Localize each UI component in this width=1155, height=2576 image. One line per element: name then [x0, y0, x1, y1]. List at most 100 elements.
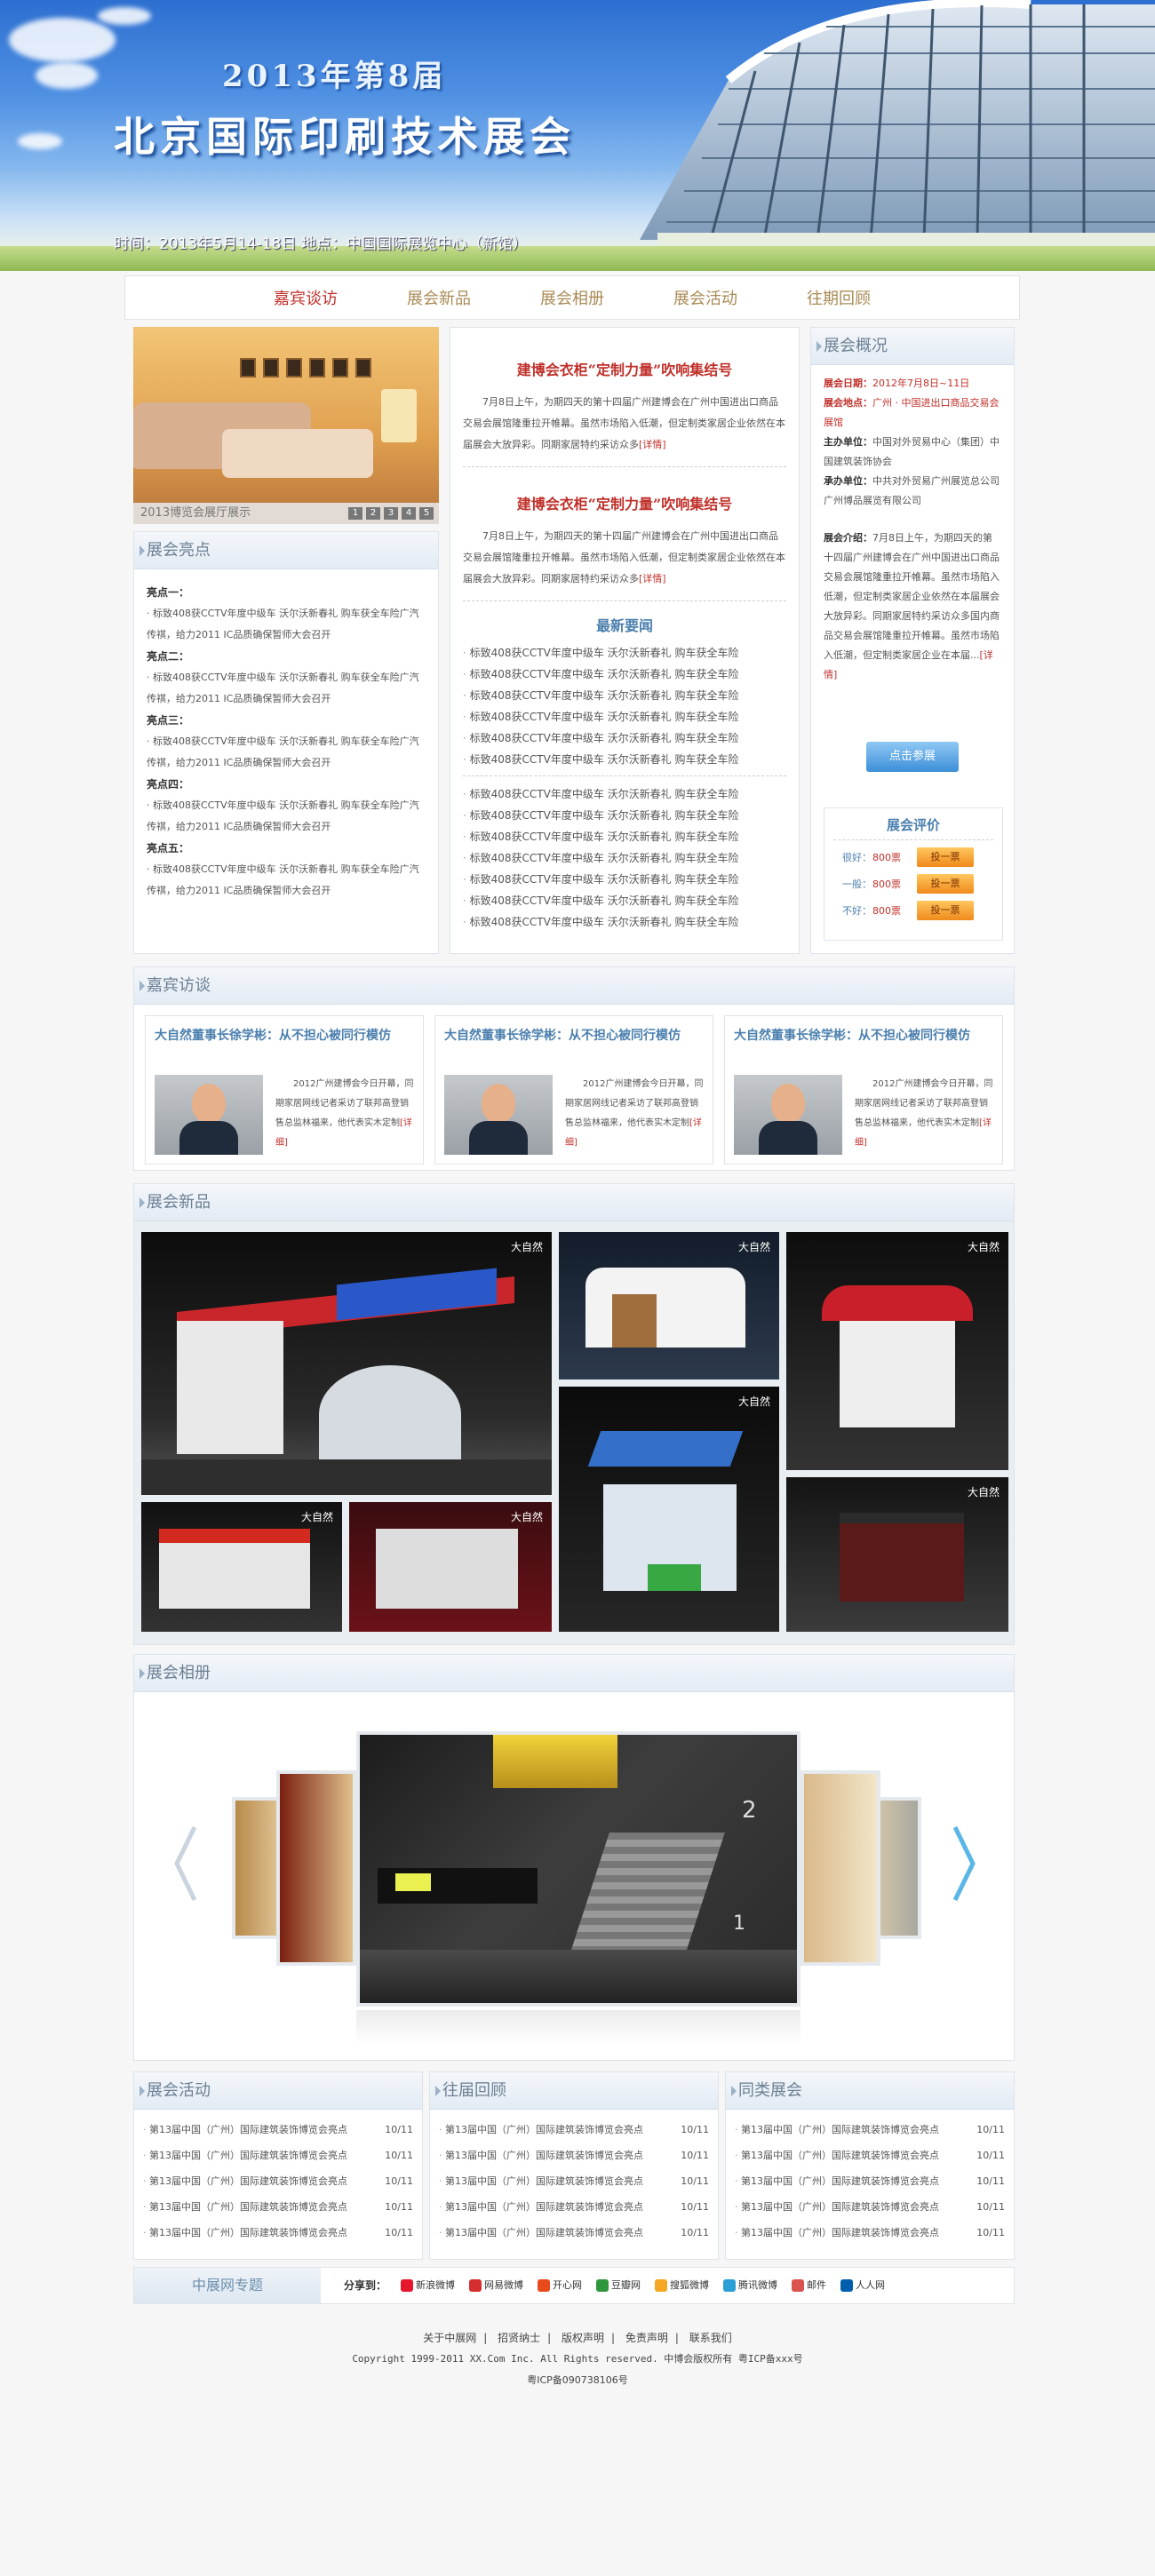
product-image[interactable]: 大自然 — [141, 1232, 552, 1495]
gallery-thumb[interactable] — [276, 1770, 356, 1966]
gallery-prev-arrow-icon[interactable] — [171, 1824, 198, 1904]
list-item[interactable]: 标致408获CCTV年度中级车 沃尔沃新春礼 购车获全车险 — [463, 826, 786, 847]
slide-page-button[interactable]: 1 — [348, 507, 362, 520]
list-item[interactable]: 第13届中国（广州）国际建筑装饰博览会亮点 10/11 — [439, 2168, 709, 2194]
product-image[interactable]: 大自然 — [786, 1232, 1008, 1470]
nav-item-new-products[interactable]: 展会新品 — [407, 286, 471, 309]
list-item[interactable]: 第13届中国（广州）国际建筑装饰博览会亮点 10/11 — [735, 2143, 1005, 2168]
list-item[interactable]: 第13届中国（广州）国际建筑装饰博览会亮点 10/11 — [735, 2194, 1005, 2220]
topic-tag[interactable]: 中展网专题 — [134, 2268, 321, 2303]
product-image[interactable]: 大自然 — [349, 1502, 552, 1632]
list-item[interactable]: 第13届中国（广州）国际建筑装饰博览会亮点 10/11 — [439, 2194, 709, 2220]
product-tag: 大自然 — [737, 1241, 770, 1253]
rating-label: 不好： — [842, 905, 872, 917]
list-item[interactable]: 标致408获CCTV年度中级车 沃尔沃新春礼 购车获全车险 — [463, 749, 786, 770]
share-kaixin[interactable]: 开心网 — [538, 2268, 582, 2303]
nav-item-review[interactable]: 往期回顾 — [807, 286, 871, 309]
list-item[interactable]: 第13届中国（广州）国际建筑装饰博览会亮点 10/11 — [439, 2220, 709, 2246]
highlight-text[interactable]: · 标致408获CCTV年度中级车 沃尔沃新春礼 购车获全车险广汽传祺，给力20… — [147, 667, 426, 710]
list-item[interactable]: 标致408获CCTV年度中级车 沃尔沃新春礼 购车获全车险 — [463, 805, 786, 826]
product-image[interactable]: 大自然 — [559, 1387, 779, 1632]
highlight-text[interactable]: · 标致408获CCTV年度中级车 沃尔沃新春礼 购车获全车险广汽传祺，给力20… — [147, 795, 426, 838]
hall-slideshow[interactable] — [133, 327, 439, 524]
footer-link-about[interactable]: 关于中展网 — [423, 2332, 476, 2344]
share-renren[interactable]: 人人网 — [840, 2268, 885, 2303]
footer-link-jobs[interactable]: 招贤纳士 — [498, 2332, 540, 2344]
list-item[interactable]: 第13届中国（广州）国际建筑装饰博览会亮点 10/11 — [439, 2143, 709, 2168]
gallery-thumb[interactable] — [801, 1770, 880, 1966]
list-item[interactable]: 第13届中国（广州）国际建筑装饰博览会亮点 10/11 — [735, 2117, 1005, 2143]
list-item[interactable]: 标致408获CCTV年度中级车 沃尔沃新春礼 购车获全车险 — [463, 783, 786, 805]
product-image[interactable]: 大自然 — [786, 1477, 1008, 1632]
item-text: 第13届中国（广州）国际建筑装饰博览会亮点 — [439, 2168, 643, 2194]
guest-photo[interactable] — [444, 1075, 553, 1155]
list-item[interactable]: 第13届中国（广州）国际建筑装饰博览会亮点 10/11 — [735, 2168, 1005, 2194]
product-image[interactable]: 大自然 — [141, 1502, 342, 1632]
slide-page-button[interactable]: 2 — [366, 507, 380, 520]
list-item[interactable]: 第13届中国（广州）国际建筑装饰博览会亮点 10/11 — [143, 2168, 413, 2194]
share-douban[interactable]: 豆瓣网 — [596, 2268, 641, 2303]
vote-button[interactable]: 投一票 — [917, 901, 974, 920]
news-summary: 7月8日上午，为期四天的第十四届广州建博会在广州中国进出口商品交易会展馆隆重拉开… — [463, 526, 786, 590]
exhibition-date: 2012年7月8日~11日 — [872, 378, 970, 389]
rating-label: 很好： — [842, 852, 872, 863]
slide-page-button[interactable]: 5 — [419, 507, 434, 520]
list-item[interactable]: 标致408获CCTV年度中级车 沃尔沃新春礼 购车获全车险 — [463, 664, 786, 685]
news-headline[interactable]: 建博会衣柜“定制力量”吹响集结号 — [463, 492, 786, 513]
guest-heading[interactable]: 大自然董事长徐学彬：从不担心被同行模仿 — [155, 1025, 414, 1046]
guest-photo[interactable] — [155, 1075, 263, 1155]
vote-button[interactable]: 投一票 — [917, 847, 974, 867]
slide-page-button[interactable]: 4 — [402, 507, 416, 520]
kaixin-icon — [538, 2279, 550, 2292]
nav-item-album[interactable]: 展会相册 — [540, 286, 604, 309]
footer-link-disclaimer[interactable]: 免责声明 — [625, 2332, 668, 2344]
guest-heading[interactable]: 大自然董事长徐学彬：从不担心被同行模仿 — [734, 1025, 993, 1046]
visit-exhibition-button[interactable]: 点击参展 — [866, 742, 959, 772]
highlight-text[interactable]: · 标致408获CCTV年度中级车 沃尔沃新春礼 购车获全车险广汽传祺，给力20… — [147, 731, 426, 774]
guest-card: 大自然董事长徐学彬：从不担心被同行模仿 2012广州建博会今日开幕，同期家居网线… — [724, 1015, 1003, 1165]
list-item[interactable]: 第13届中国（广州）国际建筑装饰博览会亮点 10/11 — [143, 2194, 413, 2220]
guest-heading[interactable]: 大自然董事长徐学彬：从不担心被同行模仿 — [444, 1025, 704, 1046]
list-item[interactable]: 第13届中国（广州）国际建筑装饰博览会亮点 10/11 — [735, 2220, 1005, 2246]
nav-item-activities[interactable]: 展会活动 — [673, 286, 737, 309]
vote-button[interactable]: 投一票 — [917, 874, 974, 894]
list-item[interactable]: 标致408获CCTV年度中级车 沃尔沃新春礼 购车获全车险 — [463, 847, 786, 869]
footer-link-contact[interactable]: 联系我们 — [689, 2332, 732, 2344]
news-more-link[interactable]: [详情] — [639, 573, 666, 584]
list-item[interactable]: 第13届中国（广州）国际建筑装饰博览会亮点 10/11 — [143, 2117, 413, 2143]
item-date: 10/11 — [681, 2227, 709, 2238]
list-item[interactable]: 标致408获CCTV年度中级车 沃尔沃新春礼 购车获全车险 — [463, 911, 786, 933]
footer-link-copyright[interactable]: 版权声明 — [562, 2332, 604, 2344]
list-item[interactable]: 第13届中国（广州）国际建筑装饰博览会亮点 10/11 — [143, 2143, 413, 2168]
share-netease-weibo[interactable]: 网易微博 — [469, 2268, 523, 2303]
list-item[interactable]: 标致408获CCTV年度中级车 沃尔沃新春礼 购车获全车险 — [463, 890, 786, 911]
list-item[interactable]: 标致408获CCTV年度中级车 沃尔沃新春礼 购车获全车险 — [463, 727, 786, 749]
news-summary-text: 7月8日上午，为期四天的第十四届广州建博会在广州中国进出口商品交易会展馆隆重拉开… — [463, 396, 785, 450]
gallery-next-arrow-icon[interactable] — [952, 1824, 978, 1904]
list-item[interactable]: 标致408获CCTV年度中级车 沃尔沃新春礼 购车获全车险 — [463, 869, 786, 890]
rating-box: 展会评价 很好： 800票 投一票 一般： 800票 投一票 不好： 800票 投一票 — [824, 807, 1003, 941]
product-image[interactable]: 大自然 — [559, 1232, 779, 1379]
slide-page-button[interactable]: 3 — [384, 507, 398, 520]
share-tencent-weibo[interactable]: 腾讯微博 — [723, 2268, 777, 2303]
share-item-label: 邮件 — [807, 2279, 826, 2291]
list-item[interactable]: 标致408获CCTV年度中级车 沃尔沃新春礼 购车获全车险 — [463, 642, 786, 664]
guest-photo[interactable] — [734, 1075, 842, 1155]
share-sohu-weibo[interactable]: 搜狐微博 — [655, 2268, 709, 2303]
douban-icon — [596, 2279, 609, 2292]
highlight-label: 亮点一： — [147, 586, 190, 599]
highlight-text[interactable]: · 标致408获CCTV年度中级车 沃尔沃新春礼 购车获全车险广汽传祺，给力20… — [147, 603, 426, 646]
list-item[interactable]: 标致408获CCTV年度中级车 沃尔沃新春礼 购车获全车险 — [463, 685, 786, 706]
share-item-label: 腾讯微博 — [738, 2279, 777, 2291]
lamp-image — [381, 389, 417, 442]
share-sina-weibo[interactable]: 新浪微博 — [401, 2268, 455, 2303]
share-email[interactable]: 邮件 — [792, 2268, 826, 2303]
highlight-text[interactable]: · 标致408获CCTV年度中级车 沃尔沃新春礼 购车获全车险广汽传祺，给力20… — [147, 859, 426, 902]
nav-item-guest-interview[interactable]: 嘉宾谈访 — [274, 286, 338, 309]
list-item[interactable]: 第13届中国（广州）国际建筑装饰博览会亮点 10/11 — [439, 2117, 709, 2143]
list-item[interactable]: 第13届中国（广州）国际建筑装饰博览会亮点 10/11 — [143, 2220, 413, 2246]
news-more-link[interactable]: [详情] — [639, 439, 666, 450]
list-item[interactable]: 标致408获CCTV年度中级车 沃尔沃新春礼 购车获全车险 — [463, 706, 786, 727]
news-headline[interactable]: 建博会衣柜“定制力量”吹响集结号 — [463, 358, 786, 379]
gallery-main-photo[interactable]: 2 1 — [356, 1731, 801, 2007]
